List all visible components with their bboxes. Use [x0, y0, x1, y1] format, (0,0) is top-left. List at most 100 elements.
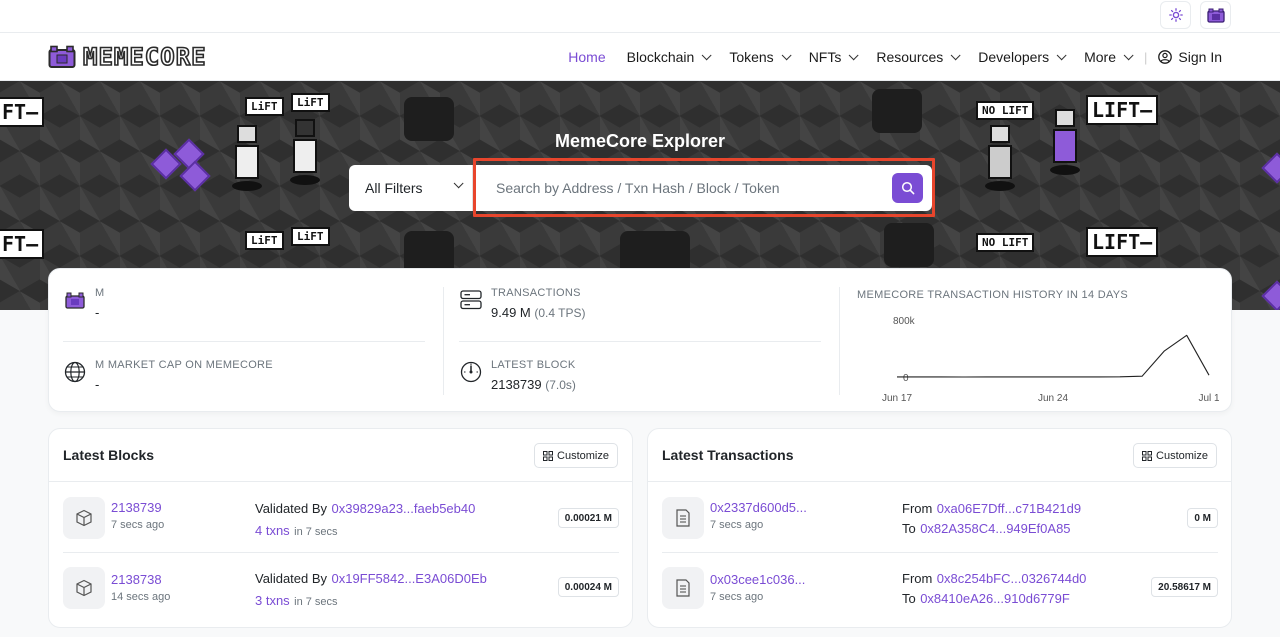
to-label: To [902, 591, 916, 606]
chevron-down-icon [950, 49, 961, 60]
hero-title: MemeCore Explorer [554, 131, 726, 151]
price-label: M [95, 287, 105, 299]
nav-resources-label: Resources [876, 49, 944, 65]
nav-home[interactable]: Home [568, 49, 605, 65]
block-number-link[interactable]: 2138739 [111, 500, 164, 515]
cube-icon [76, 579, 92, 597]
price-stat: M - [63, 287, 104, 320]
block-txns-link[interactable]: 4 txns [255, 523, 290, 538]
chevron-down-icon [781, 49, 792, 60]
block-number-link[interactable]: 2138738 [111, 572, 170, 587]
block-time: (7.0s) [545, 378, 576, 392]
from-address-link[interactable]: 0xa06E7Dff...c71B421d9 [937, 501, 1081, 516]
to-address-link[interactable]: 0x8410eA26...910d6779F [920, 591, 1070, 606]
gauge-icon [459, 360, 483, 384]
from-address-link[interactable]: 0x8c254bFC...0326744d0 [937, 571, 1087, 586]
chart-title: MEMECORE TRANSACTION HISTORY IN 14 DAYS [857, 289, 1129, 301]
chevron-down-icon [453, 178, 464, 189]
search-filter-select[interactable]: All Filters [349, 165, 473, 211]
transaction-hash-link[interactable]: 0x03cee1c036... [710, 572, 805, 587]
transactions-stat: TRANSACTIONS 9.49 M (0.4 TPS) [459, 287, 586, 320]
validated-by-label: Validated By [255, 501, 328, 516]
latest-block-label: LATEST BLOCK [491, 359, 576, 371]
speech-bubble: LiFT [245, 231, 284, 250]
nav-menu: Home Blockchain Tokens NFTs Resources De… [547, 33, 1222, 81]
speech-bubble: LIFT— [1086, 95, 1159, 125]
top-utility-bar [0, 0, 1280, 33]
block-row: 2138739 7 secs ago Validated By 0x39829a… [63, 497, 619, 567]
sun-icon [1168, 8, 1183, 22]
nav-resources[interactable]: Resources [876, 49, 961, 65]
chevron-down-icon [849, 49, 859, 60]
document-icon [676, 509, 690, 527]
sign-in-link[interactable]: Sign In [1158, 49, 1222, 65]
speech-bubble: FT— [0, 97, 45, 127]
series-line [897, 334, 1210, 378]
customize-label: Customize [1156, 449, 1208, 462]
latest-blocks-panel: Latest Blocks Customize 2138739 7 secs a… [48, 428, 633, 628]
transaction-value-badge: 20.58617 M [1151, 577, 1218, 597]
latest-transactions-title: Latest Transactions [662, 447, 794, 463]
nav-tokens[interactable]: Tokens [729, 49, 792, 65]
network-stats-card: M - M MARKET CAP ON MEMECORE - TRANSACTI… [48, 268, 1232, 412]
filter-label: All Filters [365, 180, 423, 196]
speech-bubble: LiFT [291, 93, 330, 112]
x-tick-label: Jul 1 [1198, 393, 1219, 404]
transaction-hash-link[interactable]: 0x2337d600d5... [710, 500, 807, 515]
nav-separator: | [1144, 49, 1148, 65]
transactions-count: 9.49 M [491, 305, 531, 320]
cube-icon [76, 509, 92, 527]
block-validator-cell: Validated By 0x39829a23...faeb5eb40 4 tx… [255, 500, 475, 540]
y-tick-label: 800k [893, 316, 916, 327]
block-number-cell: 2138739 7 secs ago [111, 500, 164, 531]
theme-toggle-button[interactable] [1160, 1, 1191, 29]
logo-text: MEMECORE [82, 42, 207, 72]
transaction-history-chart: 800k 0 Jun 17 Jun 24 Jul 1 [882, 316, 1219, 404]
document-icon [676, 579, 690, 597]
block-tile [63, 567, 105, 609]
latest-block-value: 2138739 (7.0s) [491, 377, 576, 392]
search-input-highlight [473, 158, 935, 217]
nav-tokens-label: Tokens [729, 49, 774, 65]
site-logo[interactable]: MEMECORE [48, 42, 207, 72]
to-address-link[interactable]: 0x82A358C4...949Ef0A85 [920, 521, 1070, 536]
pixel-hat-decoration [872, 89, 922, 133]
transaction-row: 0x2337d600d5... 7 secs ago From 0xa06E7D… [662, 497, 1218, 567]
validator-link[interactable]: 0x39829a23...faeb5eb40 [331, 501, 475, 516]
latest-blocks-title: Latest Blocks [63, 447, 155, 463]
block-txns-time: in 7 secs [294, 526, 338, 538]
nav-developers[interactable]: Developers [978, 49, 1067, 65]
latest-block-number[interactable]: 2138739 [491, 377, 542, 392]
memecore-logo-icon [48, 45, 76, 68]
customize-label: Customize [557, 449, 609, 462]
transactions-value: 9.49 M (0.4 TPS) [491, 305, 586, 320]
transaction-age: 7 secs ago [710, 591, 764, 603]
transaction-row: 0x03cee1c036... 7 secs ago From 0x8c254b… [662, 567, 1218, 637]
tps-value: (0.4 TPS) [534, 306, 586, 320]
pixel-hat-decoration [884, 223, 934, 267]
customize-button[interactable]: Customize [534, 443, 618, 468]
x-tick-label: Jun 17 [882, 393, 912, 404]
speech-bubble: LiFT [245, 97, 284, 116]
nav-nfts[interactable]: NFTs [809, 49, 859, 65]
market-cap-value: - [95, 377, 100, 392]
x-tick-label: Jun 24 [1038, 393, 1068, 404]
speech-bubble: NO LIFT [976, 101, 1035, 120]
nav-more[interactable]: More [1084, 49, 1134, 65]
validator-link[interactable]: 0x19FF5842...E3A06D0Eb [331, 571, 486, 586]
block-age: 14 secs ago [111, 591, 171, 603]
network-switch-button[interactable] [1200, 1, 1231, 29]
divider [459, 341, 821, 342]
nav-blockchain[interactable]: Blockchain [627, 49, 712, 65]
transactions-label: TRANSACTIONS [491, 287, 581, 299]
block-txns-link[interactable]: 3 txns [255, 593, 290, 608]
nav-more-label: More [1084, 49, 1117, 65]
divider [443, 287, 444, 395]
to-label: To [902, 521, 916, 536]
transaction-value-badge: 0 M [1187, 508, 1218, 528]
customize-button[interactable]: Customize [1133, 443, 1217, 468]
latest-transactions-panel: Latest Transactions Customize 0x2337d600… [647, 428, 1232, 628]
market-cap-stat: M MARKET CAP ON MEMECORE - [63, 359, 273, 392]
from-label: From [902, 501, 933, 516]
purple-cube-decoration [1261, 280, 1280, 310]
